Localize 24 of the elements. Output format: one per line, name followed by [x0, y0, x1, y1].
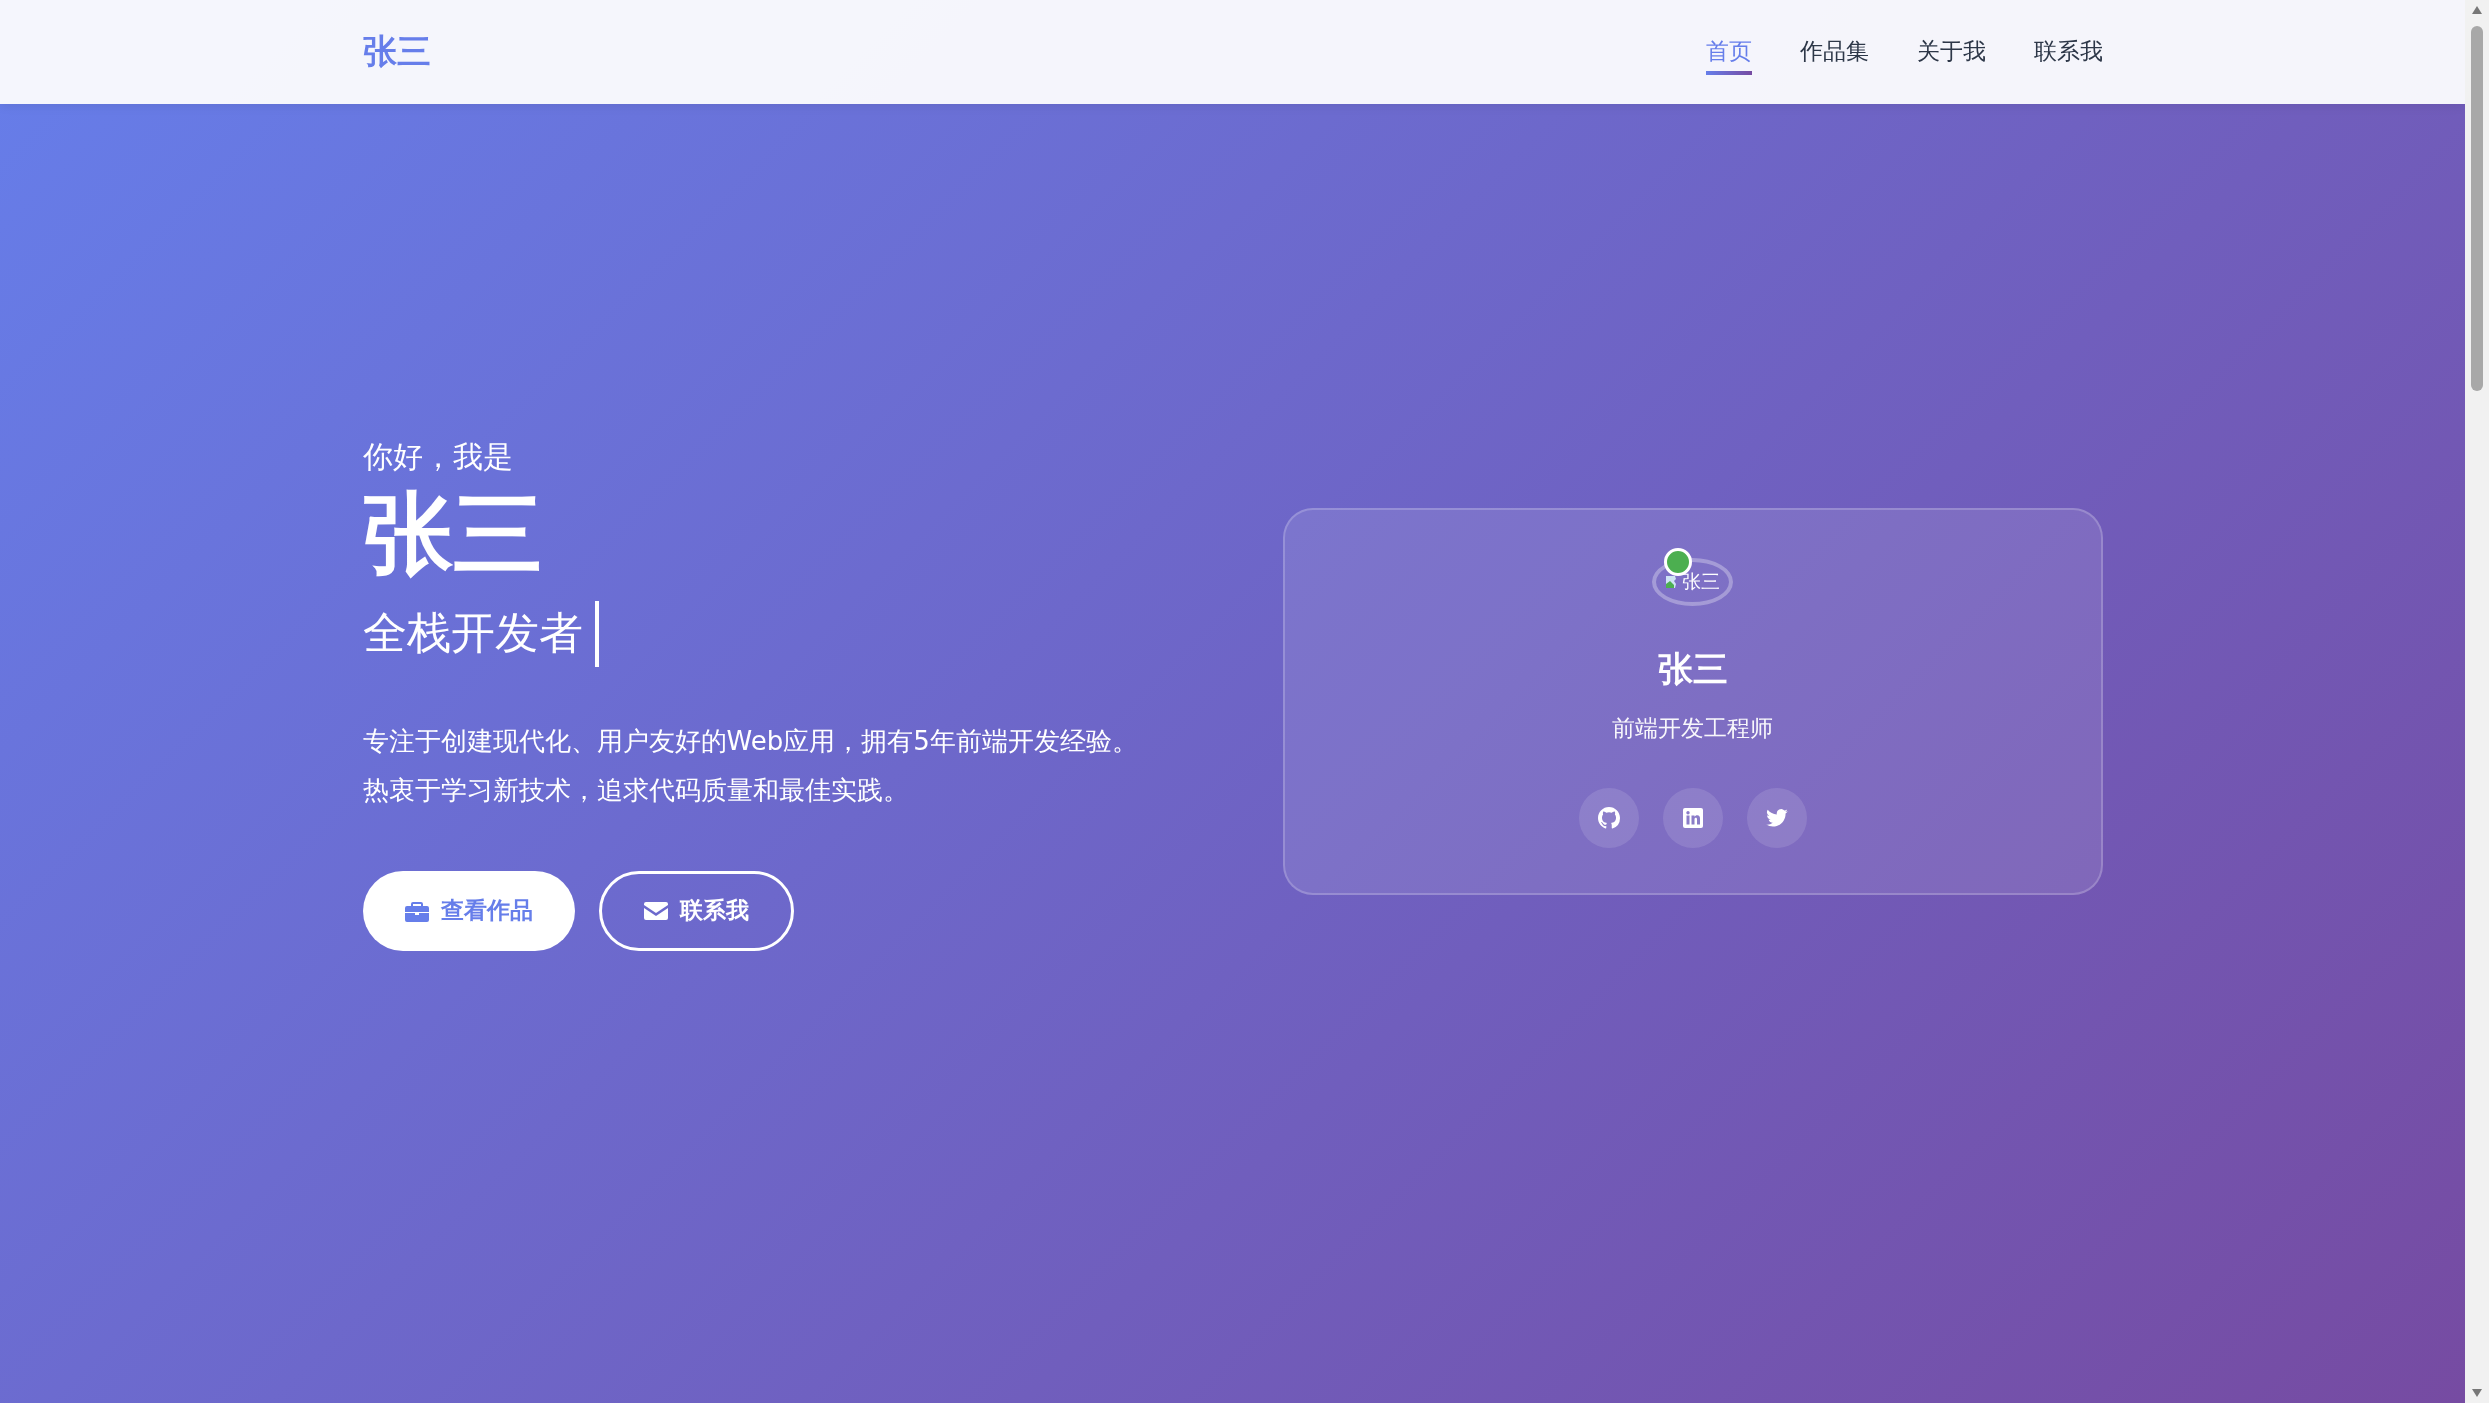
- mail-icon: [643, 901, 668, 920]
- text-cursor: [594, 600, 599, 667]
- github-icon: [1597, 807, 1620, 829]
- nav-link[interactable]: 首页: [1705, 29, 1752, 75]
- role-text: 全栈开发者: [362, 606, 583, 660]
- briefcase-icon: [404, 899, 429, 922]
- nav-link[interactable]: 关于我: [1916, 29, 1986, 75]
- view-work-button[interactable]: 查看作品: [362, 870, 575, 951]
- scrollbar-thumb[interactable]: [2471, 26, 2483, 391]
- scrollbar[interactable]: [2465, 0, 2489, 1403]
- bird-icon: [1765, 809, 1788, 827]
- scroll-up-arrow-icon[interactable]: [2472, 6, 2482, 14]
- profile-name: 张三: [1657, 648, 1728, 691]
- linkedin-icon: [1682, 808, 1703, 828]
- site-logo[interactable]: 张三: [362, 29, 431, 75]
- contact-button[interactable]: 联系我: [598, 870, 794, 951]
- nav-link[interactable]: 作品集: [1799, 29, 1869, 75]
- avatar-alt-text: 张三: [1682, 569, 1720, 594]
- scroll-down-arrow-icon[interactable]: [2472, 1389, 2482, 1397]
- intro-paragraph: 专注于创建现代化、用户友好的Web应用，拥有5年前端开发经验。 热衷于学习新技术，追求代码质量和最佳实践。: [362, 724, 1138, 807]
- hero-name: 张三: [362, 483, 543, 583]
- job-title: 前端开发工程师: [1612, 714, 1773, 743]
- nav-link[interactable]: 联系我: [2033, 29, 2103, 75]
- greeting-text: 你好，我是: [362, 437, 513, 476]
